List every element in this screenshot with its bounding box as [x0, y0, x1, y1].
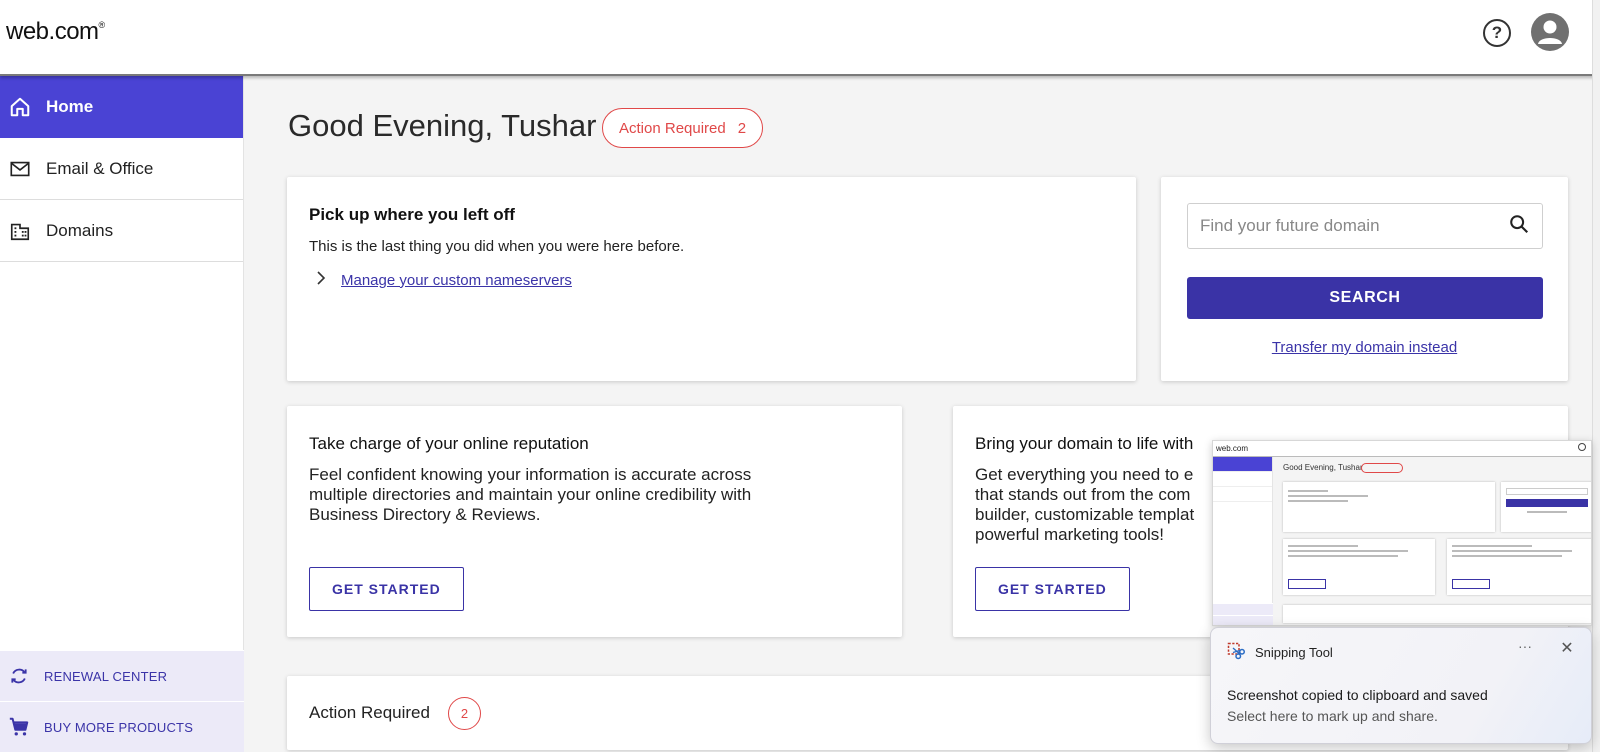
- page-title: Good Evening, Tushar: [288, 108, 597, 143]
- buy-more-products-link[interactable]: BUY MORE PRODUCTS: [0, 701, 244, 752]
- notification-app: Snipping Tool: [1227, 642, 1333, 663]
- thumbnail-search-card: [1501, 482, 1591, 532]
- sidebar-item-label: Home: [46, 97, 94, 116]
- brand-logo-text: web.com: [6, 18, 99, 45]
- website-card-body: Get everything you need to e that stands…: [975, 465, 1195, 544]
- thumbnail-main: Good Evening, Tushar: [1273, 457, 1591, 625]
- snipping-tool-notification[interactable]: Snipping Tool ··· ✕ Screenshot copied to…: [1210, 627, 1592, 744]
- more-options-icon[interactable]: ···: [1513, 638, 1537, 658]
- renewal-center-link[interactable]: RENEWAL CENTER: [0, 650, 244, 701]
- action-required-title: Action Required: [309, 703, 430, 722]
- scissors-icon: [1227, 642, 1245, 663]
- sidebar-item-email-office[interactable]: Email & Office: [0, 138, 243, 200]
- cart-icon: [8, 716, 30, 738]
- reputation-get-started-button[interactable]: GET STARTED: [309, 567, 464, 611]
- renewal-center-label: RENEWAL CENTER: [44, 668, 168, 684]
- thumbnail-reputation-card: [1283, 539, 1435, 595]
- action-required-count-badge: 2: [447, 696, 481, 730]
- thumbnail-logo: web.com: [1216, 444, 1249, 453]
- notification-subtitle: Select here to mark up and share.: [1227, 708, 1438, 724]
- thumbnail-nav-email: [1213, 472, 1272, 487]
- brand-logo[interactable]: web.com®: [6, 18, 105, 46]
- home-icon: [8, 95, 32, 119]
- action-required-count: 2: [737, 119, 747, 137]
- user-avatar-icon[interactable]: [1531, 13, 1569, 51]
- thumbnail-renewal: [1213, 603, 1273, 615]
- sidebar: Home Email & Office Domains RENEWAL CENT…: [0, 76, 244, 752]
- building-icon: [8, 219, 32, 243]
- sidebar-item-label: Domains: [46, 220, 114, 240]
- thumbnail-action-card: [1283, 605, 1591, 623]
- manage-nameservers-link[interactable]: Manage your custom nameservers: [315, 271, 1114, 289]
- resume-card-title: Pick up where you left off: [309, 205, 515, 224]
- resume-card-description: This is the last thing you did when you …: [309, 238, 685, 255]
- thumbnail-header: web.com: [1213, 441, 1591, 457]
- notification-title: Screenshot copied to clipboard and saved: [1227, 687, 1488, 703]
- screenshot-thumbnail[interactable]: web.com Good Evening, Tushar: [1212, 440, 1592, 626]
- thumbnail-website-card: [1447, 539, 1591, 595]
- transfer-domain-link[interactable]: Transfer my domain instead: [1187, 339, 1542, 356]
- sidebar-item-label: Email & Office: [46, 158, 154, 178]
- thumbnail-greeting: Good Evening, Tushar: [1283, 463, 1363, 472]
- thumbnail-nav-home: [1213, 457, 1272, 472]
- close-icon[interactable]: ✕: [1555, 638, 1579, 660]
- reputation-card-body: Feel confident knowing your information …: [309, 465, 752, 524]
- manage-nameservers-label: Manage your custom nameservers: [341, 271, 572, 289]
- refresh-icon: [8, 665, 30, 687]
- thumbnail-action-pill: [1361, 463, 1403, 473]
- sidebar-item-domains[interactable]: Domains: [0, 200, 243, 262]
- help-icon[interactable]: ?: [1483, 19, 1511, 47]
- domain-search-card: SEARCH Transfer my domain instead: [1161, 177, 1568, 381]
- thumbnail-nav-domains: [1213, 487, 1272, 502]
- action-required-badge[interactable]: Action Required 2: [602, 108, 764, 148]
- thumbnail-sidebar: [1213, 457, 1273, 625]
- brand-logo-mark: ®: [98, 20, 106, 30]
- notification-app-name: Snipping Tool: [1255, 645, 1333, 660]
- chevron-right-icon: [315, 271, 333, 289]
- sidebar-item-home[interactable]: Home: [0, 76, 243, 138]
- thumbnail-help-icon: [1578, 443, 1586, 451]
- thumbnail-sidebar-bottom: [1213, 603, 1273, 625]
- search-button[interactable]: SEARCH: [1187, 277, 1543, 319]
- website-get-started-button[interactable]: GET STARTED: [975, 567, 1130, 611]
- mail-icon: [8, 157, 32, 181]
- reputation-card: Take charge of your online reputation Fe…: [287, 406, 902, 637]
- page-scrollbar[interactable]: [1592, 0, 1600, 752]
- buy-more-products-label: BUY MORE PRODUCTS: [44, 719, 194, 735]
- thumbnail-buy-more: [1213, 615, 1273, 625]
- thumbnail-resume-card: [1283, 482, 1495, 532]
- domain-search-box: [1187, 203, 1543, 249]
- reputation-card-title: Take charge of your online reputation: [309, 434, 589, 453]
- sidebar-bottom-links: RENEWAL CENTER BUY MORE PRODUCTS: [0, 650, 244, 752]
- resume-card: Pick up where you left off This is the l…: [287, 177, 1136, 381]
- domain-search-input[interactable]: [1200, 216, 1508, 236]
- action-required-label: Action Required: [619, 119, 726, 137]
- top-header: web.com® ?: [0, 0, 1600, 76]
- search-icon[interactable]: [1508, 213, 1530, 240]
